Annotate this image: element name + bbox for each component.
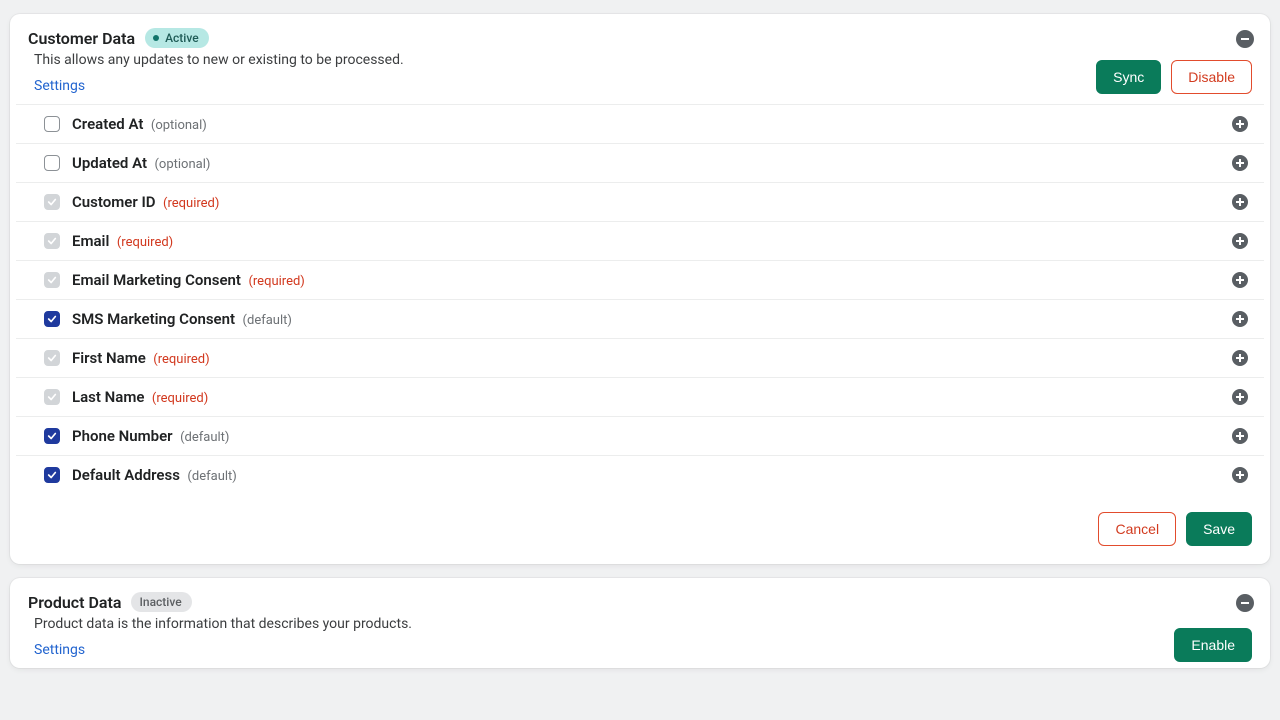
field-tag-label: (default)	[187, 469, 236, 484]
product-status-text: Inactive	[139, 595, 181, 609]
field-row: Updated At (optional)	[16, 144, 1264, 183]
customer-status-text: Active	[165, 31, 199, 45]
field-checkbox	[44, 272, 60, 288]
field-checkbox[interactable]	[44, 116, 60, 132]
field-row: Email Marketing Consent (required)	[16, 261, 1264, 300]
field-checkbox[interactable]	[44, 311, 60, 327]
field-name-label: SMS Marketing Consent	[72, 310, 235, 328]
field-tag-label: (optional)	[151, 118, 207, 133]
field-name-label: First Name	[72, 349, 146, 367]
field-name-label: Updated At	[72, 154, 147, 172]
product-status-badge: Inactive	[131, 592, 191, 612]
field-tag-label: (default)	[243, 313, 292, 328]
customer-card-header: Customer Data Active This allows any upd…	[10, 14, 1270, 104]
save-button[interactable]: Save	[1186, 512, 1252, 546]
expand-field-icon[interactable]	[1232, 467, 1248, 483]
field-checkbox	[44, 350, 60, 366]
field-list: Created At (optional)Updated At (optiona…	[16, 104, 1264, 494]
field-row: First Name (required)	[16, 339, 1264, 378]
field-checkbox	[44, 389, 60, 405]
field-checkbox[interactable]	[44, 428, 60, 444]
field-row: Customer ID (required)	[16, 183, 1264, 222]
field-row: Phone Number (default)	[16, 417, 1264, 456]
sync-button[interactable]: Sync	[1096, 60, 1161, 94]
field-checkbox	[44, 233, 60, 249]
field-tag-label: (required)	[152, 391, 208, 406]
enable-button[interactable]: Enable	[1174, 628, 1252, 662]
expand-field-icon[interactable]	[1232, 428, 1248, 444]
field-tag-label: (required)	[248, 274, 304, 289]
field-checkbox[interactable]	[44, 467, 60, 483]
collapse-icon[interactable]	[1236, 30, 1254, 48]
field-name-label: Email Marketing Consent	[72, 271, 241, 289]
status-dot-icon	[153, 35, 159, 41]
field-name-label: Phone Number	[72, 427, 173, 445]
expand-field-icon[interactable]	[1232, 233, 1248, 249]
field-name-label: Last Name	[72, 388, 144, 406]
expand-field-icon[interactable]	[1232, 272, 1248, 288]
field-row: Last Name (required)	[16, 378, 1264, 417]
customer-title: Customer Data	[28, 29, 135, 48]
field-name-label: Customer ID	[72, 193, 156, 211]
expand-field-icon[interactable]	[1232, 311, 1248, 327]
field-tag-label: (optional)	[154, 157, 210, 172]
product-title: Product Data	[28, 593, 121, 612]
field-row: Default Address (default)	[16, 456, 1264, 494]
field-name-label: Email	[72, 232, 109, 250]
field-row: SMS Marketing Consent (default)	[16, 300, 1264, 339]
expand-field-icon[interactable]	[1232, 194, 1248, 210]
expand-field-icon[interactable]	[1232, 350, 1248, 366]
customer-data-card: Customer Data Active This allows any upd…	[10, 14, 1270, 564]
expand-field-icon[interactable]	[1232, 155, 1248, 171]
footer-actions: Cancel Save	[10, 494, 1270, 564]
field-checkbox[interactable]	[44, 155, 60, 171]
field-name-label: Default Address	[72, 466, 180, 484]
product-data-card: Product Data Inactive Product data is th…	[10, 578, 1270, 668]
product-desc: Product data is the information that des…	[34, 616, 1252, 632]
cancel-button[interactable]: Cancel	[1098, 512, 1176, 546]
field-name-label: Created At	[72, 115, 143, 133]
customer-status-badge: Active	[145, 28, 209, 48]
field-row: Email (required)	[16, 222, 1264, 261]
expand-field-icon[interactable]	[1232, 389, 1248, 405]
product-settings-link[interactable]: Settings	[34, 642, 85, 658]
expand-field-icon[interactable]	[1232, 116, 1248, 132]
product-card-header: Product Data Inactive Product data is th…	[10, 578, 1270, 668]
customer-desc: This allows any updates to new or existi…	[34, 52, 1252, 68]
disable-button[interactable]: Disable	[1171, 60, 1252, 94]
customer-settings-link[interactable]: Settings	[34, 78, 85, 94]
field-tag-label: (default)	[180, 430, 229, 445]
field-tag-label: (required)	[153, 352, 209, 367]
collapse-icon[interactable]	[1236, 594, 1254, 612]
field-row: Created At (optional)	[16, 105, 1264, 144]
field-checkbox	[44, 194, 60, 210]
field-tag-label: (required)	[163, 196, 219, 211]
field-tag-label: (required)	[117, 235, 173, 250]
